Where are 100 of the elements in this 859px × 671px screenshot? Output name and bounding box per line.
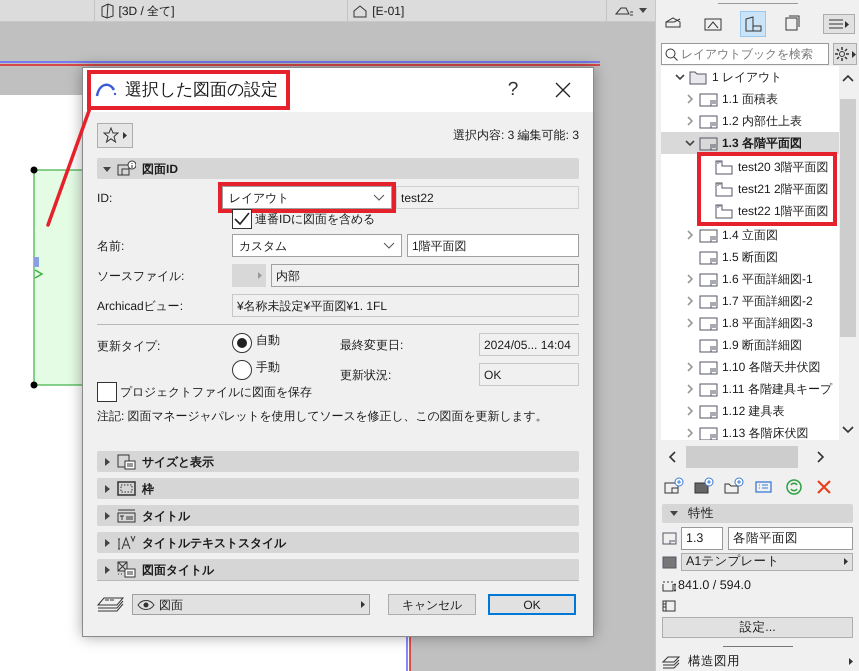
section-header[interactable]: タイトル (97, 505, 579, 526)
view-tab[interactable]: [E-01] (348, 0, 607, 21)
chevron-right-icon[interactable] (685, 428, 695, 438)
note-text: 注記: 図面マネージャパレットを使用してソースを修正し、この図面を更新します。 (97, 408, 549, 425)
layer-combination-dropdown[interactable]: 構造図用 (656, 652, 859, 671)
layout-size-text: 841.0 / 594.0 (678, 576, 751, 594)
scroll-up-icon[interactable] (842, 74, 854, 82)
scroll-down-icon[interactable] (842, 426, 854, 434)
sheet-icon (715, 202, 734, 220)
chevron-right-icon[interactable] (685, 94, 695, 104)
field-label: Archicadビュー: (97, 298, 184, 314)
tree-item[interactable]: 1.5 断面図 (661, 246, 839, 268)
navigator-mode-button[interactable] (740, 11, 766, 38)
sheet-icon (662, 531, 678, 546)
tree-item[interactable]: test20 3階平面図 (701, 156, 833, 178)
help-button[interactable]: ? (493, 72, 533, 108)
close-icon (555, 82, 571, 98)
section-header[interactable]: 枠 (97, 478, 579, 499)
chevron-right-icon[interactable] (685, 406, 695, 416)
field-label: 更新状況: (340, 366, 392, 384)
sheet-icon (699, 336, 718, 354)
tree-item[interactable]: 1.13 各階床伏図 (661, 422, 839, 440)
master-icon (662, 554, 678, 569)
tree-item[interactable]: 1.1 面積表 (661, 88, 839, 110)
favorites-button[interactable] (97, 122, 133, 148)
layers-icon (97, 596, 124, 614)
tree-item[interactable]: 1.12 建具表 (661, 400, 839, 422)
tree-item[interactable]: 1 レイアウト (661, 66, 839, 88)
window-title: 選択した図面の設定 (125, 79, 278, 102)
ok-button[interactable]: OK (488, 594, 576, 615)
tree-item[interactable]: 1.10 各階天井伏図 (661, 356, 839, 378)
sheet-icon (699, 248, 718, 266)
expand-triangle-icon (103, 458, 111, 466)
name-field: 1階平面図 (407, 234, 579, 257)
chevron-right-icon[interactable] (685, 116, 695, 126)
search-field[interactable]: レイアウトブックを検索 (661, 43, 829, 66)
tree-item[interactable]: 1.4 立面図 (661, 224, 839, 246)
tree-item[interactable]: test21 2階平面図 (701, 178, 833, 200)
radio-button[interactable] (232, 360, 252, 380)
id-source-dropdown[interactable]: レイアウト (222, 186, 392, 209)
section-header[interactable]: 特性 (662, 504, 853, 523)
tree-item[interactable]: test22 1階平面図 (701, 200, 833, 222)
tree-item[interactable]: 1.6 平面詳細図-1 (661, 268, 839, 290)
section-icon (117, 160, 136, 177)
scroll-right-icon[interactable] (817, 451, 825, 464)
view-tab[interactable]: [3D / 全て] (94, 0, 348, 21)
tree-item[interactable]: 1.9 断面詳細図 (661, 334, 839, 356)
chevron-right-icon[interactable] (685, 230, 695, 240)
folder-icon (689, 68, 708, 86)
scroll-left-icon[interactable] (668, 451, 676, 464)
master-layout-dropdown[interactable]: A1テンプレート (681, 552, 853, 571)
settings-button[interactable]: 設定... (662, 617, 853, 638)
layout-number-field: 1.3 (681, 526, 723, 550)
name-source-dropdown[interactable]: カスタム (232, 234, 402, 257)
chevron-right-icon[interactable] (685, 274, 695, 284)
check-icon (234, 212, 250, 226)
document-icon (743, 15, 763, 34)
sheet-icon (715, 180, 734, 198)
chevron-right-icon[interactable] (685, 384, 695, 394)
section-header[interactable]: サイズと表示 (97, 451, 579, 472)
tree-item[interactable]: 1.11 各階建具キープ (661, 378, 839, 400)
tree-item[interactable]: 1.3 各階平面図 (661, 132, 839, 154)
section-header[interactable]: 図面ID (97, 158, 579, 179)
chevron-down-icon (373, 194, 385, 201)
checkbox[interactable] (232, 209, 252, 229)
section-icon (117, 534, 136, 551)
new-layout-icon[interactable] (664, 477, 684, 496)
collapse-triangle-icon (103, 164, 111, 172)
chevron-down-icon[interactable] (685, 138, 695, 148)
checkbox[interactable] (97, 382, 117, 402)
radio-button[interactable] (232, 333, 252, 353)
new-master-icon[interactable] (694, 477, 714, 496)
sheet-icon (699, 226, 718, 244)
house-icon (352, 2, 368, 18)
section-icon (117, 453, 136, 470)
chevron-right-icon[interactable] (685, 296, 695, 306)
chevron-right-icon[interactable] (685, 318, 695, 328)
layers-icon (662, 654, 680, 669)
tree-item[interactable]: 1.7 平面詳細図-2 (661, 290, 839, 312)
selection-info: 選択内容: 3 編集可能: 3 (452, 127, 579, 144)
section-icon (117, 480, 136, 497)
section-header[interactable]: タイトルテキストスタイル (97, 532, 579, 553)
tree-item[interactable]: 1.8 平面詳細図-3 (661, 312, 839, 334)
delete-icon[interactable] (814, 477, 834, 496)
tree-item[interactable]: 1.2 内部仕上表 (661, 110, 839, 132)
layer-combination-dropdown[interactable]: 図面 (132, 594, 370, 615)
chevron-right-icon[interactable] (685, 362, 695, 372)
refresh-icon[interactable] (784, 477, 804, 496)
field-label: 最終変更日: (340, 336, 404, 354)
radio-label: 自動 (256, 332, 280, 349)
section-header[interactable]: 図面タイトル (97, 559, 579, 580)
expand-triangle-icon (103, 484, 111, 492)
cancel-button[interactable]: キャンセル (388, 594, 476, 615)
new-folder-icon[interactable] (724, 477, 744, 496)
dropdown-arrow-icon[interactable] (638, 8, 647, 14)
arrow-right-icon (123, 132, 127, 138)
chevron-down-icon[interactable] (675, 72, 685, 82)
settings-button[interactable] (833, 43, 857, 66)
menu-button[interactable] (823, 14, 855, 34)
margins-icon (662, 600, 676, 612)
